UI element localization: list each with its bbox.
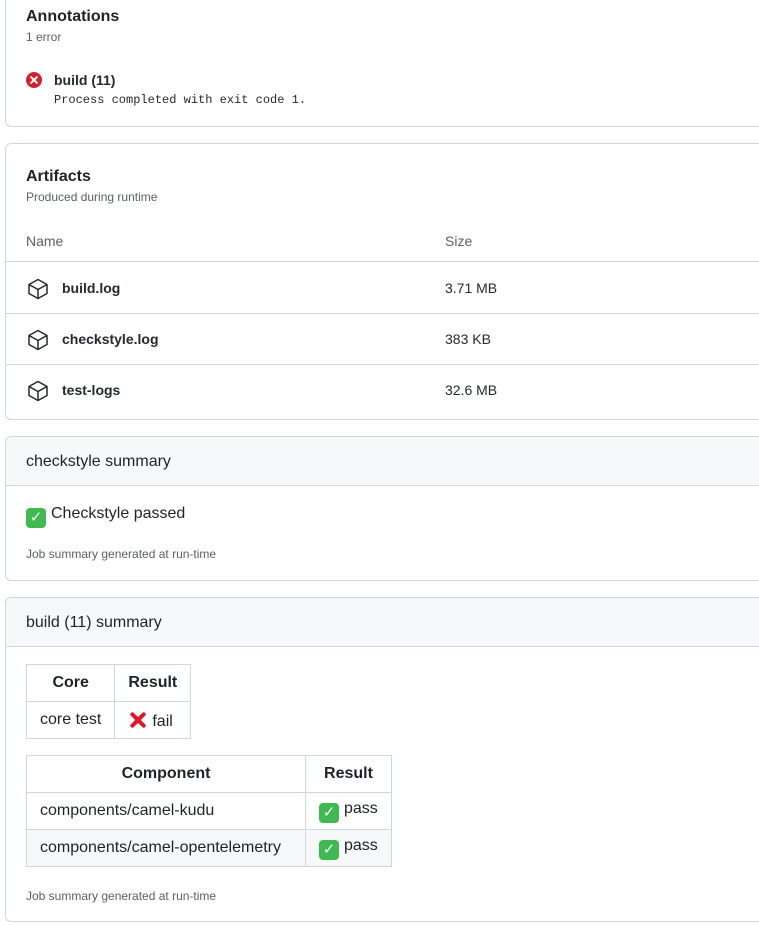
component-name-cell: components/camel-opentelemetry: [26, 829, 306, 867]
annotations-count: 1 error: [26, 30, 62, 44]
artifact-name-link[interactable]: checkstyle.log: [62, 331, 159, 347]
build-summary-header: build (11) summary: [6, 598, 759, 647]
artifact-row-build-log[interactable]: build.log 3.71 MB: [6, 263, 759, 314]
check-mark-icon: ✓: [26, 508, 46, 528]
artifact-name-link[interactable]: build.log: [62, 280, 120, 296]
check-mark-icon: ✓: [319, 839, 339, 860]
artifact-row-checkstyle-log[interactable]: checkstyle.log 383 KB: [6, 314, 759, 365]
artifact-name-link[interactable]: test-logs: [62, 382, 120, 398]
error-icon: [26, 72, 42, 88]
artifacts-title: Artifacts: [26, 168, 91, 185]
artifacts-panel: Artifacts Produced during runtime Name S…: [5, 143, 759, 420]
check-mark-icon: ✓: [319, 802, 339, 823]
package-icon: [28, 380, 48, 402]
build-summary-panel: build (11) summary Core Result core test…: [5, 597, 759, 922]
build-summary-title: build (11) summary: [26, 614, 162, 631]
artifacts-subtitle: Produced during runtime: [26, 190, 158, 204]
component-result-cell: ✓ pass: [305, 829, 392, 867]
component-name-cell: components/camel-kudu: [26, 792, 306, 830]
component-column-header: Component: [26, 755, 306, 793]
annotations-title: Annotations: [26, 8, 120, 25]
result-column-header: Result: [114, 664, 192, 702]
artifact-size: 3.71 MB: [445, 280, 498, 296]
component-results-table: Component Result components/camel-kudu ✓…: [26, 755, 392, 867]
annotation-message: Process completed with exit code 1.: [54, 93, 307, 107]
core-result-cell: fail: [114, 701, 192, 739]
core-results-table: Core Result core test fail: [25, 664, 192, 739]
build-summary-footnote: Job summary generated at run-time: [26, 889, 217, 903]
artifacts-table-header: Name Size: [6, 224, 759, 262]
checkstyle-summary-footnote: Job summary generated at run-time: [26, 547, 217, 561]
checkstyle-summary-panel: checkstyle summary ✓ Checkstyle passed Jo…: [5, 436, 759, 581]
result-column-header: Result: [305, 755, 392, 793]
table-row: core test fail: [25, 701, 192, 739]
table-row: components/camel-opentelemetry ✓ pass: [26, 829, 392, 867]
checkstyle-summary-header: checkstyle summary: [6, 437, 759, 486]
component-result-cell: ✓ pass: [305, 792, 392, 830]
table-row: components/camel-kudu ✓ pass: [26, 792, 392, 830]
checkstyle-status: ✓ Checkstyle passed: [26, 505, 185, 528]
result-text: pass: [344, 836, 378, 854]
cross-mark-icon: [128, 710, 148, 730]
package-icon: [28, 329, 48, 351]
checkstyle-status-text: Checkstyle passed: [51, 505, 186, 522]
result-text: pass: [344, 799, 378, 817]
artifact-row-test-logs[interactable]: test-logs 32.6 MB: [6, 365, 759, 416]
size-column-header: Size: [445, 233, 473, 249]
core-column-header: Core: [25, 664, 116, 702]
name-column-header: Name: [26, 233, 64, 249]
package-icon: [28, 278, 48, 300]
result-text: fail: [152, 712, 173, 730]
annotation-title[interactable]: build (11): [54, 72, 115, 88]
artifact-size: 32.6 MB: [445, 382, 498, 398]
checkstyle-summary-title: checkstyle summary: [26, 453, 171, 470]
artifact-size: 383 KB: [445, 331, 491, 347]
annotations-panel: Annotations 1 error build (11) Process c…: [5, 0, 759, 127]
core-name-cell: core test: [25, 701, 116, 739]
